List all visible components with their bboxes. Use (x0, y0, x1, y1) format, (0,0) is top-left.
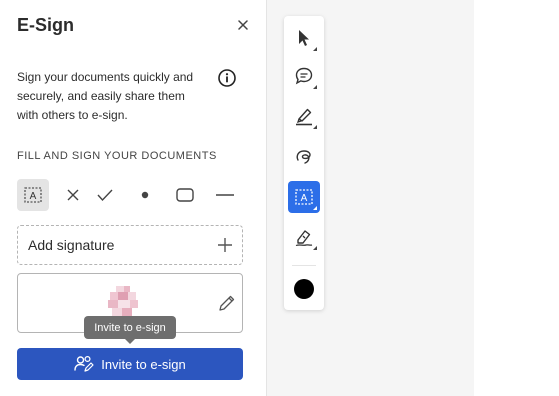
draw-freehand-icon (296, 150, 311, 164)
vertical-toolbar: A (284, 16, 324, 310)
highlighter-icon (296, 108, 312, 126)
vtool-select[interactable] (288, 22, 320, 54)
dot-icon (141, 191, 149, 199)
panel-description: Sign your documents quickly and securely… (17, 70, 194, 122)
svg-text:A: A (30, 191, 37, 202)
invite-button-label: Invite to e-sign (101, 356, 186, 372)
vtool-sign[interactable] (288, 221, 320, 253)
app-root: E-Sign Sign your documents quickly and s… (0, 0, 559, 396)
color-picker-swatch[interactable] (294, 279, 314, 299)
pencil-icon (219, 295, 235, 311)
line-icon (216, 194, 234, 196)
submenu-corner-icon (313, 85, 317, 89)
vtool-comment[interactable] (288, 60, 320, 92)
plus-icon (218, 238, 232, 252)
toolbar-divider (292, 265, 316, 266)
edit-initials-button[interactable] (217, 293, 237, 313)
invite-tooltip: Invite to e-sign (84, 316, 176, 344)
vtool-text-field[interactable]: A (288, 181, 320, 213)
submenu-corner-icon (313, 246, 317, 250)
tool-cross[interactable] (57, 179, 89, 211)
invite-to-esign-button[interactable]: Invite to e-sign (17, 348, 243, 380)
text-field-icon: A (295, 189, 313, 205)
cross-mark-icon (67, 189, 79, 201)
close-button[interactable] (233, 15, 253, 35)
invite-users-icon (74, 355, 94, 372)
select-arrow-icon (299, 30, 309, 46)
tool-check[interactable] (89, 179, 121, 211)
submenu-corner-icon (313, 125, 317, 129)
panel-title: E-Sign (17, 15, 74, 35)
info-icon (218, 69, 236, 87)
fill-sign-tools: A (17, 179, 243, 211)
sign-pen-icon (295, 230, 313, 247)
svg-text:A: A (301, 193, 308, 204)
rounded-rectangle-icon (176, 188, 194, 202)
tool-line[interactable] (209, 179, 241, 211)
submenu-corner-icon (313, 47, 317, 51)
tool-rectangle[interactable] (169, 179, 201, 211)
add-signature-box[interactable]: Add signature (17, 225, 243, 265)
document-page (474, 0, 559, 396)
section-label: FILL AND SIGN YOUR DOCUMENTS (17, 150, 217, 162)
vtool-highlighter[interactable] (288, 100, 320, 132)
comment-icon (295, 67, 313, 85)
close-icon (238, 20, 248, 30)
info-button[interactable] (217, 68, 237, 88)
esign-panel: E-Sign Sign your documents quickly and s… (0, 0, 267, 396)
add-signature-label: Add signature (28, 237, 115, 253)
tool-dot[interactable] (129, 179, 161, 211)
check-mark-icon (97, 189, 113, 202)
text-field-icon: A (24, 187, 42, 203)
vtool-draw[interactable] (288, 140, 320, 172)
submenu-corner-icon (313, 206, 317, 210)
tool-text-field[interactable]: A (17, 179, 49, 211)
